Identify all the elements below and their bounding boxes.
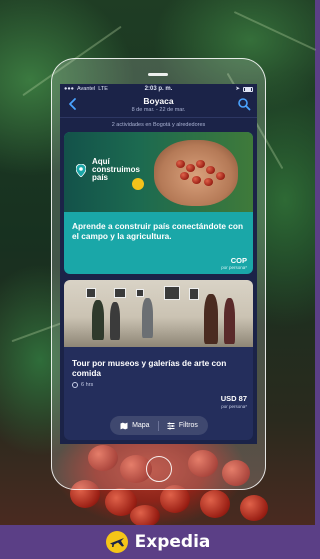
promo-logo-text: Aquí construimos país bbox=[92, 157, 141, 182]
map-button[interactable]: Mapa bbox=[120, 422, 150, 430]
duration-label: 6 hrs bbox=[81, 382, 94, 388]
sponsor-badge-icon bbox=[132, 178, 144, 190]
network-label: LTE bbox=[98, 86, 108, 92]
filters-button-label: Filtros bbox=[178, 422, 198, 429]
header-divider bbox=[60, 117, 257, 118]
map-filters-pill: Mapa Filtros bbox=[110, 416, 208, 435]
map-pin-logo-icon bbox=[76, 164, 86, 177]
date-range[interactable]: 8 de mar. - 22 de mar. bbox=[60, 107, 257, 113]
brand-bar: Expedia bbox=[0, 525, 315, 559]
signal-icon: ●●● bbox=[64, 86, 74, 92]
card-title: Aprende a construir país conectándote co… bbox=[72, 221, 244, 241]
carrier-label: Avantel bbox=[76, 86, 96, 92]
search-icon[interactable] bbox=[237, 97, 251, 111]
price-note: por persona* bbox=[221, 265, 247, 270]
activity-card-campo[interactable]: Aquí construimos país Aprende a construi… bbox=[64, 132, 253, 274]
filters-icon bbox=[167, 422, 175, 429]
brand-name: Expedia bbox=[134, 532, 211, 552]
expedia-plane-icon bbox=[105, 531, 128, 553]
app-header: Boyaca 8 de mar. - 22 de mar. bbox=[60, 94, 257, 116]
card-image-gallery bbox=[64, 280, 253, 347]
card-price: USD 87 bbox=[220, 394, 247, 403]
phone-speaker bbox=[148, 73, 168, 76]
phone-home-button bbox=[146, 456, 172, 482]
pill-divider bbox=[157, 420, 159, 431]
page-title: Boyaca bbox=[143, 96, 174, 106]
app-screen: ●●● Avantel LTE 2:03 p. m. ➤ Boyaca 8 de… bbox=[60, 84, 257, 444]
location-icon: ➤ bbox=[235, 86, 240, 92]
clock-icon bbox=[72, 382, 78, 388]
status-time: 2:03 p. m. bbox=[144, 86, 173, 92]
card-title: Tour por museos y galerías de arte con c… bbox=[72, 358, 227, 378]
price-note: por persona* bbox=[221, 404, 247, 409]
card-image-coffee-hands: Aquí construimos país bbox=[64, 132, 253, 212]
filters-button[interactable]: Filtros bbox=[167, 422, 198, 430]
card-duration: 6 hrs bbox=[72, 382, 93, 388]
map-icon bbox=[120, 422, 128, 429]
card-price: COP bbox=[230, 256, 247, 265]
map-button-label: Mapa bbox=[132, 422, 150, 429]
battery-icon bbox=[243, 86, 253, 92]
results-count: 2 actividades en Bogotá y alrededores bbox=[111, 122, 206, 128]
hands-image bbox=[154, 140, 238, 206]
status-bar: ●●● Avantel LTE 2:03 p. m. ➤ bbox=[60, 84, 257, 94]
